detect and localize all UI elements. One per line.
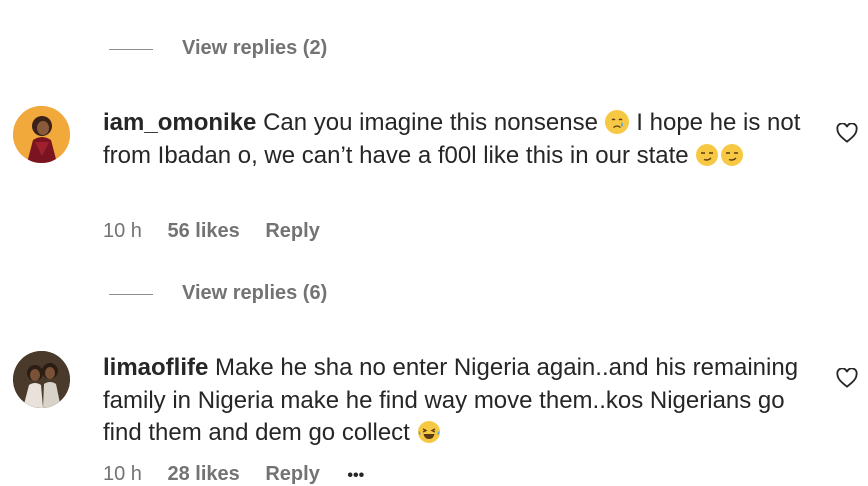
- avatar-image: [13, 351, 70, 408]
- view-replies-button[interactable]: View replies (2): [182, 37, 327, 60]
- likes-count[interactable]: 56 likes: [168, 220, 240, 242]
- avatar-image: [13, 106, 70, 163]
- avatar[interactable]: [13, 106, 70, 163]
- crying-face-icon: [604, 110, 629, 134]
- like-heart-icon[interactable]: [836, 368, 858, 388]
- likes-count[interactable]: 28 likes: [168, 463, 240, 485]
- username[interactable]: iam_omonike: [103, 109, 256, 136]
- comment-limaoflife: limaoflife Make he sha no enter Nigeria …: [0, 349, 868, 485]
- replies-divider: [109, 49, 153, 50]
- timestamp: 10 h: [103, 220, 142, 242]
- view-replies-row[interactable]: View replies (6): [0, 279, 400, 309]
- reply-button[interactable]: Reply: [265, 463, 319, 485]
- view-replies-button[interactable]: View replies (6): [182, 282, 327, 305]
- laughing-tears-face-icon: [417, 420, 441, 444]
- timestamp: 10 h: [103, 463, 142, 485]
- replies-divider: [109, 294, 153, 295]
- comment-text: limaoflife Make he sha no enter Nigeria …: [103, 352, 803, 450]
- comment-text-part1: Can you imagine this nonsense: [263, 109, 598, 136]
- comment-text-body: Make he sha no enter Nigeria again..and …: [103, 354, 799, 446]
- avatar[interactable]: [13, 351, 70, 408]
- like-heart-icon[interactable]: [836, 123, 858, 143]
- comment-iam-omonike: iam_omonike Can you imagine this nonsens…: [0, 104, 868, 254]
- username[interactable]: limaoflife: [103, 354, 208, 381]
- comment-text: iam_omonike Can you imagine this nonsens…: [103, 107, 813, 172]
- reply-button[interactable]: Reply: [265, 220, 319, 242]
- smirking-face-icon: [720, 143, 744, 167]
- comment-meta: 10 h 56 likes Reply: [103, 220, 340, 243]
- smirking-face-icon: [695, 143, 719, 167]
- more-options-icon[interactable]: •••: [347, 467, 364, 484]
- view-replies-row[interactable]: View replies (2): [0, 34, 400, 64]
- comment-meta: 10 h 28 likes Reply •••: [103, 463, 384, 486]
